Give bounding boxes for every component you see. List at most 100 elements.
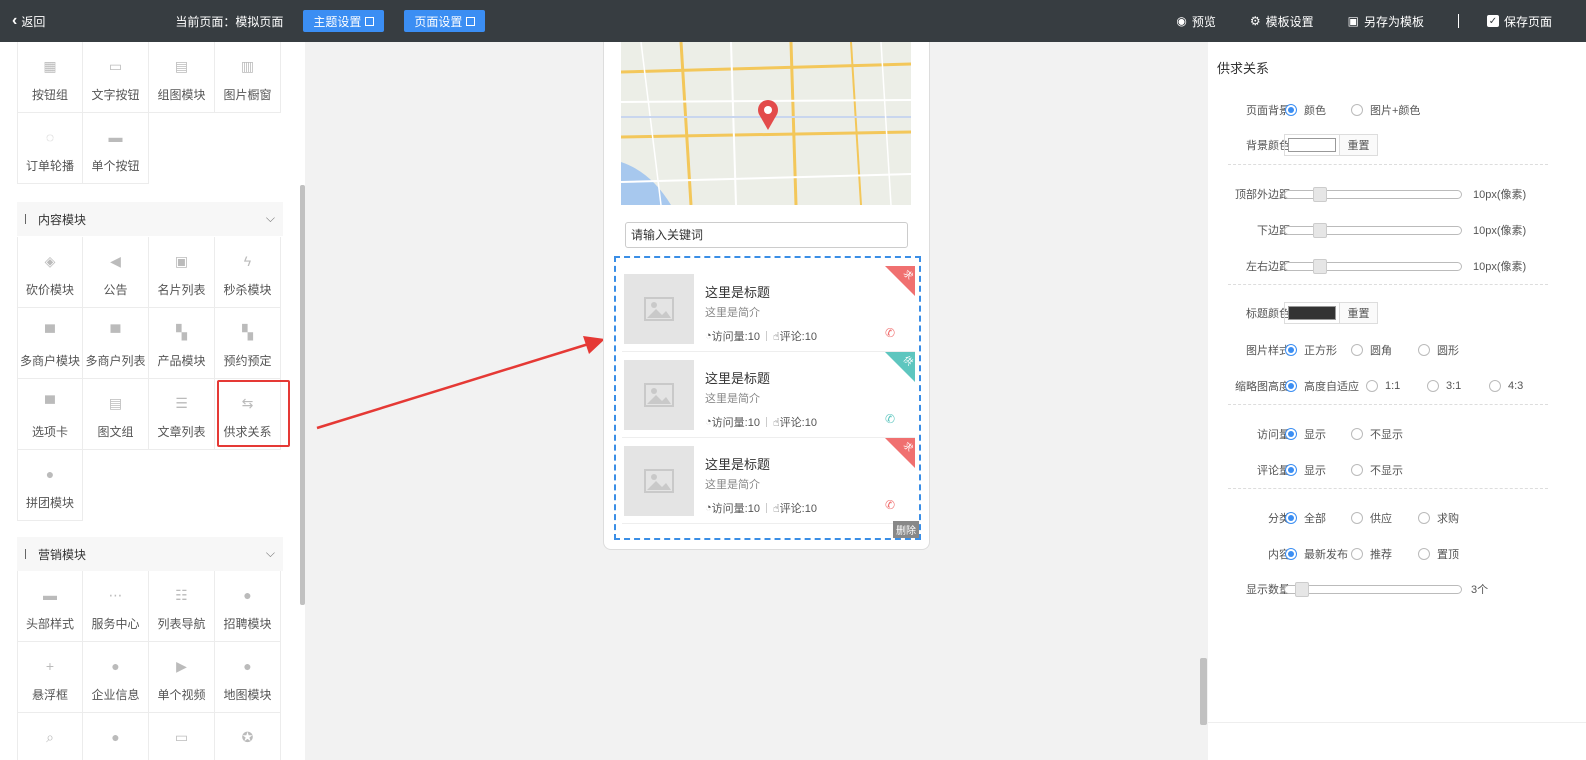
radio-square[interactable]: 正方形 xyxy=(1285,342,1337,358)
module-list-nav[interactable]: ☷ 列表导航 xyxy=(149,571,215,642)
module-image-text[interactable]: ▤ 图文组 xyxy=(83,379,149,450)
radio-rounded[interactable]: 圆角 xyxy=(1351,342,1392,358)
radio-4-3[interactable]: 4:3 xyxy=(1489,380,1523,392)
bgcolor-picker[interactable]: 重置 xyxy=(1284,134,1378,156)
list-item[interactable]: 这里是标题 这里是简介 ◔ 访问量:10 ☝ 评论:10 ✆ 求 xyxy=(622,438,915,524)
map-view[interactable] xyxy=(621,42,911,205)
supply-demand-module[interactable]: 这里是标题 这里是简介 ◔ 访问量:10 ☝ 评论:10 ✆ 求 这里是标题 这里是简… xyxy=(614,256,921,540)
chevron-down-icon: ⌵ xyxy=(265,546,275,560)
module-users[interactable]: ● xyxy=(83,713,149,760)
module-flash-sale[interactable]: ϟ 秒杀模块 xyxy=(215,237,281,308)
radio-category-supply[interactable]: 供应 xyxy=(1351,510,1392,526)
preview-button[interactable]: ◉ 预览 xyxy=(1176,13,1216,30)
save-page-button[interactable]: ✓ 保存页面 xyxy=(1486,13,1552,30)
radio-category-all[interactable]: 全部 xyxy=(1285,510,1326,526)
radio-3-1[interactable]: 3:1 xyxy=(1427,380,1461,392)
setting-label: 图片样式 xyxy=(1246,345,1290,357)
reset-button[interactable]: 重置 xyxy=(1339,135,1377,155)
radio-1-1[interactable]: 1:1 xyxy=(1366,380,1400,392)
eye-icon: ◔ xyxy=(705,416,712,428)
info-icon: ● xyxy=(111,658,120,674)
section-marketing-modules[interactable]: 营销模块 ⌵ xyxy=(17,537,283,571)
setting-content: 内容 最新发布 推荐 置顶 xyxy=(1208,544,1586,564)
module-single-button[interactable]: ▬ 单个按钮 xyxy=(83,113,149,184)
theme-settings-button[interactable]: 主题设置 xyxy=(303,10,385,32)
section-content-modules[interactable]: 内容模块 ⌵ xyxy=(17,202,283,236)
title-color-picker[interactable]: 重置 xyxy=(1284,302,1378,324)
radio-visits-show[interactable]: 显示 xyxy=(1285,426,1326,442)
delete-button[interactable]: 删除 xyxy=(893,521,919,538)
slider-handle[interactable] xyxy=(1313,258,1327,274)
module-header-style[interactable]: ▬ 头部样式 xyxy=(17,571,83,642)
reset-button[interactable]: 重置 xyxy=(1339,303,1377,323)
template-settings-button[interactable]: ⚙ 模板设置 xyxy=(1250,13,1314,30)
current-page-label: 当前页面：模拟页面 xyxy=(175,14,284,29)
speaker-icon: ◀ xyxy=(110,253,121,269)
module-search[interactable]: ⌕ xyxy=(17,713,83,760)
left-scrollbar[interactable] xyxy=(300,185,305,605)
setting-label: 顶部外边距 xyxy=(1235,189,1290,201)
radio-comments-show[interactable]: 显示 xyxy=(1285,462,1326,478)
module-label: 多商户列表 xyxy=(85,354,146,368)
top-margin-slider[interactable] xyxy=(1284,186,1462,202)
thumb-up-icon: ☝ xyxy=(772,330,780,343)
list-item[interactable]: 这里是标题 这里是简介 ◔ 访问量:10 ☝ 评论:10 ✆ 供 xyxy=(622,352,915,438)
module-image-window[interactable]: ▥ 图片橱窗 xyxy=(215,42,281,113)
module-image-group[interactable]: ▤ 组图模块 xyxy=(149,42,215,113)
list-item[interactable]: 这里是标题 这里是简介 ◔ 访问量:10 ☝ 评论:10 ✆ 求 xyxy=(622,266,915,352)
module-multi-merchant[interactable]: ▀ 多商户模块 xyxy=(17,308,83,379)
template-settings-label: 模板设置 xyxy=(1265,14,1314,29)
map-pin-icon: ● xyxy=(243,658,252,674)
module-tabs[interactable]: ▀ 选项卡 xyxy=(17,379,83,450)
right-scrollbar[interactable] xyxy=(1200,658,1207,725)
phone-preview: 请输入关键词 这里是标题 这里是简介 ◔ 访问量:10 ☝ 评论:10 ✆ 求 这里是… xyxy=(603,42,930,550)
module-notice[interactable]: ◀ 公告 xyxy=(83,237,149,308)
back-button[interactable]: ‹ 返回 xyxy=(12,12,45,30)
module-group-buy[interactable]: ● 拼团模块 xyxy=(17,450,83,521)
bottom-margin-slider[interactable] xyxy=(1284,222,1462,238)
lr-margin-slider[interactable] xyxy=(1284,258,1462,274)
slider-handle[interactable] xyxy=(1313,186,1327,202)
settings-title: 供求关系 xyxy=(1217,61,1270,76)
phone-icon[interactable]: ✆ xyxy=(885,412,895,426)
phone-icon[interactable]: ✆ xyxy=(885,326,895,340)
radio-content-top[interactable]: 置顶 xyxy=(1418,546,1459,562)
phone-icon[interactable]: ✆ xyxy=(885,498,895,512)
module-recruit[interactable]: ● 招聘模块 xyxy=(215,571,281,642)
slider-handle[interactable] xyxy=(1313,222,1327,238)
search-input[interactable]: 请输入关键词 xyxy=(625,222,908,248)
module-company-info[interactable]: ● 企业信息 xyxy=(83,642,149,713)
radio-comments-hide[interactable]: 不显示 xyxy=(1351,462,1403,478)
module-product[interactable]: ▚ 产品模块 xyxy=(149,308,215,379)
module-map[interactable]: ● 地图模块 xyxy=(215,642,281,713)
radio-auto-height[interactable]: 高度自适应 xyxy=(1285,378,1359,394)
module-medal[interactable]: ✪ xyxy=(215,713,281,760)
plus-icon: + xyxy=(45,658,55,674)
radio-content-latest[interactable]: 最新发布 xyxy=(1285,546,1348,562)
red-arrow xyxy=(316,336,605,430)
module-bargain[interactable]: ◈ 砍价模块 xyxy=(17,237,83,308)
slider-handle[interactable] xyxy=(1295,581,1309,597)
radio-circle[interactable]: 圆形 xyxy=(1418,342,1459,358)
module-card-list[interactable]: ▣ 名片列表 xyxy=(149,237,215,308)
settings-panel: 供求关系 页面背景 颜色 图片+颜色 背景颜色 重置 顶部外边距 10px(像素… xyxy=(1208,42,1586,760)
image-text-icon: ▤ xyxy=(108,395,123,411)
module-booking[interactable]: ▚ 预约预定 xyxy=(215,308,281,379)
save-as-template-button[interactable]: ▣ 另存为模板 xyxy=(1348,13,1424,30)
radio-category-demand[interactable]: 求购 xyxy=(1418,510,1459,526)
module-coupon[interactable]: ▭ xyxy=(149,713,215,760)
module-button-group[interactable]: ▦ 按钮组 xyxy=(17,42,83,113)
module-article-list[interactable]: ☰ 文章列表 xyxy=(149,379,215,450)
module-single-video[interactable]: ▶ 单个视频 xyxy=(149,642,215,713)
page-settings-button[interactable]: 页面设置 xyxy=(404,10,486,32)
radio-content-recommend[interactable]: 推荐 xyxy=(1351,546,1392,562)
count-slider[interactable] xyxy=(1284,581,1462,597)
module-service-center[interactable]: ⋯ 服务中心 xyxy=(83,571,149,642)
radio-visits-hide[interactable]: 不显示 xyxy=(1351,426,1403,442)
radio-bg-image-color[interactable]: 图片+颜色 xyxy=(1351,102,1420,118)
module-float-box[interactable]: + 悬浮框 xyxy=(17,642,83,713)
radio-bg-color[interactable]: 颜色 xyxy=(1285,102,1326,118)
module-text-button[interactable]: ▭ 文字按钮 xyxy=(83,42,149,113)
module-multi-merchant-list[interactable]: ▀ 多商户列表 xyxy=(83,308,149,379)
module-order-carousel[interactable]: ◌ 订单轮播 xyxy=(17,113,83,184)
